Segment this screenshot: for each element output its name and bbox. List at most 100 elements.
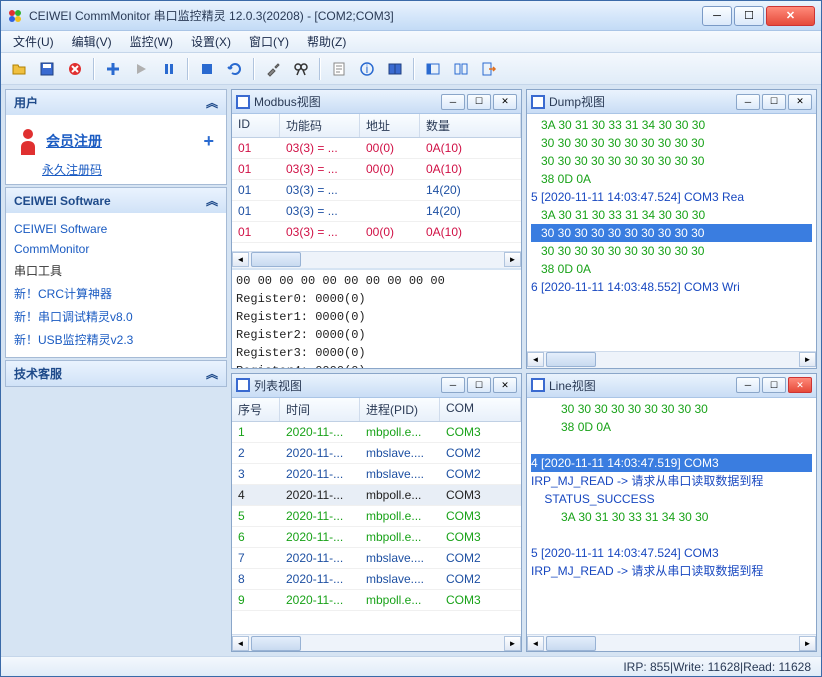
find-icon[interactable] xyxy=(289,57,313,81)
layout2-icon[interactable] xyxy=(449,57,473,81)
mdi-close[interactable]: ✕ xyxy=(493,94,517,110)
table-row[interactable]: 82020-11-...mbslave....COM2 xyxy=(232,569,521,590)
close-button[interactable]: ✕ xyxy=(766,6,815,26)
list-rows[interactable]: 12020-11-...mbpoll.e...COM322020-11-...m… xyxy=(232,422,521,635)
mdi-min[interactable]: ─ xyxy=(441,377,465,393)
sidebar-software-header[interactable]: CEIWEI Software︽ xyxy=(6,188,226,213)
table-row[interactable]: 0103(3) = ...00(0)0A(10) xyxy=(232,222,521,243)
add-user-button[interactable]: + xyxy=(203,131,214,152)
view-icon xyxy=(236,378,250,392)
collapse-icon: ︽ xyxy=(206,365,218,382)
statusbar: IRP: 855|Write: 11628|Read: 11628 xyxy=(1,656,821,676)
workspace: 用户︽ 会员注册 + 永久注册码 CEIWEI Software︽ CEIWEI… xyxy=(1,85,821,656)
delete-icon[interactable] xyxy=(63,57,87,81)
table-row[interactable]: 52020-11-...mbpoll.e...COM3 xyxy=(232,506,521,527)
sidebar-link[interactable]: 新！CRC计算神器 xyxy=(14,282,218,305)
line-view: Line视图 ─☐✕ 30 30 30 30 30 30 30 30 30 38… xyxy=(526,373,817,653)
doc-icon[interactable] xyxy=(327,57,351,81)
modbus-columns: ID功能码地址数量 xyxy=(232,114,521,138)
mdi-max[interactable]: ☐ xyxy=(467,94,491,110)
list-view: 列表视图 ─☐✕ 序号时间进程(PID)COM 12020-11-...mbpo… xyxy=(231,373,522,653)
add-icon[interactable] xyxy=(101,57,125,81)
list-columns: 序号时间进程(PID)COM xyxy=(232,398,521,422)
stop-icon[interactable] xyxy=(195,57,219,81)
mdi-min[interactable]: ─ xyxy=(441,94,465,110)
view-icon xyxy=(236,95,250,109)
exit-icon[interactable] xyxy=(477,57,501,81)
view-icon xyxy=(531,378,545,392)
sidebar-support-header[interactable]: 技术客服︽ xyxy=(6,361,226,386)
list-hscroll[interactable]: ◄► xyxy=(232,634,521,651)
layout1-icon[interactable] xyxy=(421,57,445,81)
tools-icon[interactable] xyxy=(261,57,285,81)
sidebar-link[interactable]: CEIWEI Software xyxy=(14,219,218,239)
sidebar: 用户︽ 会员注册 + 永久注册码 CEIWEI Software︽ CEIWEI… xyxy=(5,89,227,652)
table-row[interactable]: 22020-11-...mbslave....COM2 xyxy=(232,443,521,464)
mdi-close[interactable]: ✕ xyxy=(493,377,517,393)
refresh-icon[interactable] xyxy=(223,57,247,81)
menu-edit[interactable]: 编辑(V) xyxy=(64,31,120,52)
dump-text[interactable]: 3A 30 31 30 33 31 34 30 30 30 30 30 30 3… xyxy=(527,114,816,351)
main-window: CEIWEI CommMonitor 串口监控精灵 12.0.3(20208) … xyxy=(0,0,822,677)
open-icon[interactable] xyxy=(7,57,31,81)
collapse-icon: ︽ xyxy=(206,192,218,209)
play-icon[interactable] xyxy=(129,57,153,81)
list-titlebar[interactable]: 列表视图 ─☐✕ xyxy=(232,374,521,398)
menu-window[interactable]: 窗口(Y) xyxy=(241,31,297,52)
table-row[interactable]: 62020-11-...mbpoll.e...COM3 xyxy=(232,527,521,548)
menu-settings[interactable]: 设置(X) xyxy=(183,31,239,52)
table-row[interactable]: 0103(3) = ...14(20) xyxy=(232,180,521,201)
table-row[interactable]: 0103(3) = ...00(0)0A(10) xyxy=(232,138,521,159)
window-title: CEIWEI CommMonitor 串口监控精灵 12.0.3(20208) … xyxy=(29,7,702,24)
mdi-close[interactable]: ✕ xyxy=(788,94,812,110)
titlebar[interactable]: CEIWEI CommMonitor 串口监控精灵 12.0.3(20208) … xyxy=(1,1,821,31)
user-icon xyxy=(18,127,38,155)
pause-icon[interactable] xyxy=(157,57,181,81)
table-row[interactable]: 32020-11-...mbslave....COM2 xyxy=(232,464,521,485)
modbus-rows[interactable]: 0103(3) = ...00(0)0A(10)0103(3) = ...00(… xyxy=(232,138,521,251)
toolbar: i xyxy=(1,53,821,85)
mdi-max[interactable]: ☐ xyxy=(467,377,491,393)
table-row[interactable]: 72020-11-...mbslave....COM2 xyxy=(232,548,521,569)
mdi-close[interactable]: ✕ xyxy=(788,377,812,393)
menu-file[interactable]: 文件(U) xyxy=(5,31,62,52)
table-row[interactable]: 12020-11-...mbpoll.e...COM3 xyxy=(232,422,521,443)
menu-help[interactable]: 帮助(Z) xyxy=(299,31,354,52)
sidebar-link[interactable]: 新！串口调试精灵v8.0 xyxy=(14,305,218,328)
table-row[interactable]: 42020-11-...mbpoll.e...COM3 xyxy=(232,485,521,506)
sidebar-link[interactable]: 串口工具 xyxy=(14,259,218,282)
perm-register-link[interactable]: 永久注册码 xyxy=(42,163,102,177)
sidebar-user-header[interactable]: 用户︽ xyxy=(6,90,226,115)
menu-monitor[interactable]: 监控(W) xyxy=(122,31,181,52)
modbus-registers[interactable]: 00 00 00 00 00 00 00 00 00 00 Register0:… xyxy=(232,268,521,368)
svg-text:i: i xyxy=(366,62,369,76)
mdi-max[interactable]: ☐ xyxy=(762,94,786,110)
sidebar-link[interactable]: 新！USB监控精灵v2.3 xyxy=(14,328,218,351)
view-icon xyxy=(531,95,545,109)
table-row[interactable]: 92020-11-...mbpoll.e...COM3 xyxy=(232,590,521,611)
line-titlebar[interactable]: Line视图 ─☐✕ xyxy=(527,374,816,398)
mdi-max[interactable]: ☐ xyxy=(762,377,786,393)
modbus-view: Modbus视图 ─☐✕ ID功能码地址数量 0103(3) = ...00(0… xyxy=(231,89,522,369)
line-text[interactable]: 30 30 30 30 30 30 30 30 30 38 0D 0A 4 [2… xyxy=(527,398,816,635)
save-icon[interactable] xyxy=(35,57,59,81)
dump-view: Dump视图 ─☐✕ 3A 30 31 30 33 31 34 30 30 30… xyxy=(526,89,817,369)
book-icon[interactable] xyxy=(383,57,407,81)
table-row[interactable]: 0103(3) = ...14(20) xyxy=(232,201,521,222)
dump-hscroll[interactable]: ◄► xyxy=(527,351,816,368)
modbus-titlebar[interactable]: Modbus视图 ─☐✕ xyxy=(232,90,521,114)
collapse-icon: ︽ xyxy=(206,94,218,111)
member-register-link[interactable]: 会员注册 xyxy=(46,131,102,151)
maximize-button[interactable]: ☐ xyxy=(734,6,764,26)
modbus-hscroll[interactable]: ◄► xyxy=(232,251,521,268)
app-icon xyxy=(7,8,23,24)
line-hscroll[interactable]: ◄► xyxy=(527,634,816,651)
info-icon[interactable]: i xyxy=(355,57,379,81)
menubar: 文件(U) 编辑(V) 监控(W) 设置(X) 窗口(Y) 帮助(Z) xyxy=(1,31,821,53)
minimize-button[interactable]: ─ xyxy=(702,6,732,26)
mdi-min[interactable]: ─ xyxy=(736,94,760,110)
table-row[interactable]: 0103(3) = ...00(0)0A(10) xyxy=(232,159,521,180)
dump-titlebar[interactable]: Dump视图 ─☐✕ xyxy=(527,90,816,114)
sidebar-link[interactable]: CommMonitor xyxy=(14,239,218,259)
mdi-min[interactable]: ─ xyxy=(736,377,760,393)
